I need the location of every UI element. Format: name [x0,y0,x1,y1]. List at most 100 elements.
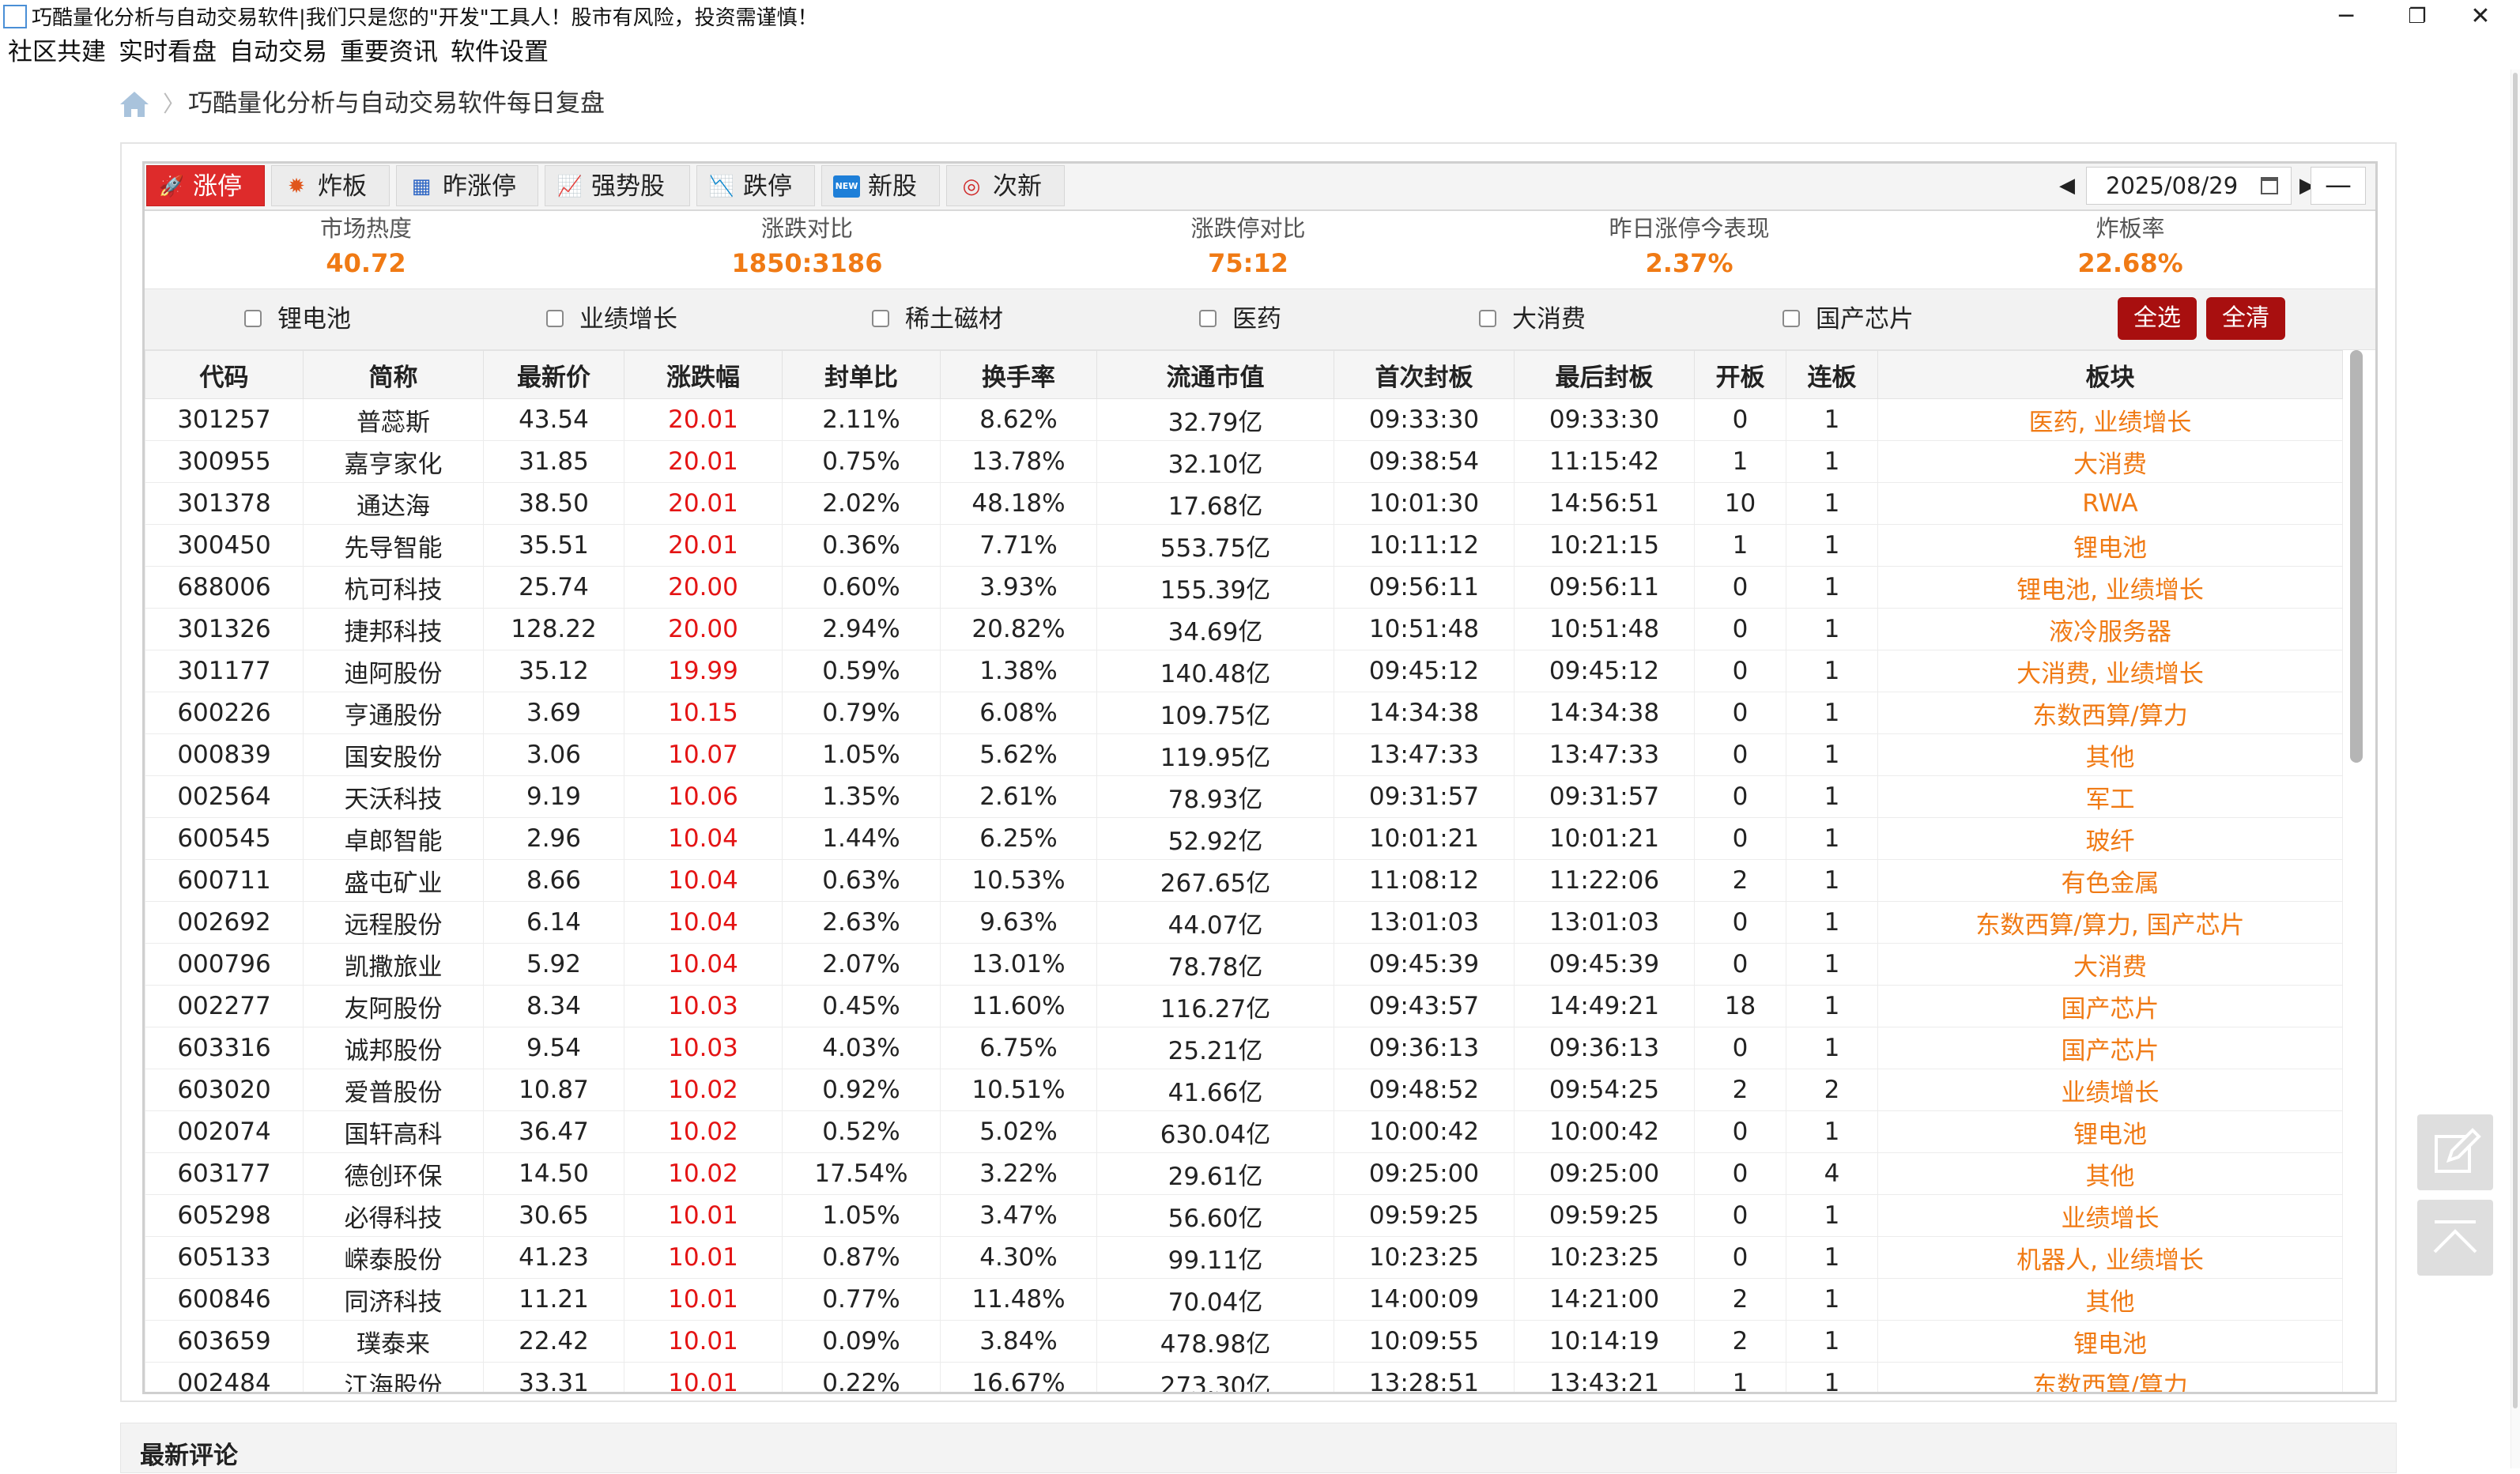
table-row[interactable]: 301177 迪阿股份 35.12 19.99 0.59% 1.38% 140.48亿 09:… [145,650,2343,692]
column-header[interactable]: 简称 [303,350,484,399]
checkbox[interactable] [1199,310,1217,327]
cell-sector[interactable]: 液冷服务器 [1877,608,2343,650]
cell-sector[interactable]: 大消费 [1877,943,2343,986]
cell-sector[interactable]: 其他 [1877,733,2343,776]
cell-sector[interactable]: 其他 [1877,1152,2343,1195]
column-header[interactable]: 首次封板 [1334,350,1515,399]
cell-sector[interactable]: 业绩增长 [1877,1194,2343,1237]
table-row[interactable]: 002692 远程股份 6.14 10.04 2.63% 9.63% 44.07亿 13:01… [145,901,2343,944]
cell-change: 10.15 [624,692,783,734]
tab-new-stocks[interactable]: NEW 新股 [821,165,940,206]
menu-realtime[interactable]: 实时看盘 [119,35,217,70]
cell-open-count: 0 [1694,1152,1786,1195]
table-row[interactable]: 600846 同济科技 11.21 10.01 0.77% 11.48% 70.04亿 14:… [145,1278,2343,1321]
collapse-button[interactable]: — [2311,167,2366,205]
cell-last-seal: 14:21:00 [1514,1278,1695,1321]
cell-sector[interactable]: 有色金属 [1877,859,2343,902]
table-row[interactable]: 605133 嵘泰股份 41.23 10.01 0.87% 4.30% 99.11亿 10:2… [145,1236,2343,1279]
cell-sector[interactable]: 机器人, 业绩增长 [1877,1236,2343,1279]
column-header[interactable]: 封单比 [782,350,941,399]
column-header[interactable]: 代码 [145,350,304,399]
table-row[interactable]: 300450 先导智能 35.51 20.01 0.36% 7.71% 553.75亿 10:… [145,524,2343,567]
minimize-button[interactable]: ─ [2307,0,2386,35]
tab-strong-stocks[interactable]: 📈 强势股 [545,165,690,206]
table-row[interactable]: 002277 友阿股份 8.34 10.03 0.45% 11.60% 116.27亿 09:… [145,985,2343,1027]
table-row[interactable]: 002074 国轩高科 36.47 10.02 0.52% 5.02% 630.04亿 10:… [145,1110,2343,1153]
tab-yesterday-limit[interactable]: ▦ 昨涨停 [396,165,538,206]
cell-sector[interactable]: 大消费, 业绩增长 [1877,650,2343,692]
calendar-picker-icon[interactable] [2261,177,2278,194]
date-picker[interactable]: 2025/08/29 [2086,167,2292,205]
cell-name: 嘉亨家化 [303,440,484,483]
table-row[interactable]: 600545 卓郎智能 2.96 10.04 1.44% 6.25% 52.92亿 10:01… [145,817,2343,860]
cell-first-seal: 09:59:25 [1334,1194,1515,1237]
table-row[interactable]: 600226 亨通股份 3.69 10.15 0.79% 6.08% 109.75亿 14:3… [145,692,2343,734]
page-scrollbar-thumb[interactable] [2513,73,2518,1408]
checkbox[interactable] [546,310,564,327]
select-all-button[interactable]: 全选 [2118,297,2197,340]
cell-sector[interactable]: 玻纤 [1877,817,2343,860]
menu-community[interactable]: 社区共建 [8,35,106,70]
column-header[interactable]: 最后封板 [1514,350,1695,399]
table-scrollbar[interactable] [2350,350,2363,763]
table-row[interactable]: 605298 必得科技 30.65 10.01 1.05% 3.47% 56.60亿 09:5… [145,1194,2343,1237]
cell-sector[interactable]: 锂电池 [1877,1320,2343,1363]
tab-broken-board[interactable]: ✹ 炸板 [271,165,390,206]
tab-limit-down[interactable]: 📉 跌停 [696,165,815,206]
cell-sector[interactable]: 业绩增长 [1877,1069,2343,1111]
column-header[interactable]: 流通市值 [1096,350,1334,399]
cell-turnover: 48.18% [940,482,1097,525]
checkbox[interactable] [1479,310,1496,327]
column-header[interactable]: 涨跌幅 [624,350,783,399]
edit-button[interactable] [2417,1114,2493,1190]
table-row[interactable]: 000839 国安股份 3.06 10.07 1.05% 5.62% 119.95亿 13:4… [145,733,2343,776]
column-header[interactable]: 连板 [1786,350,1878,399]
home-icon[interactable] [119,90,150,119]
cell-sector[interactable]: 东数西算/算力 [1877,1362,2343,1392]
table-row[interactable]: 603020 爱普股份 10.87 10.02 0.92% 10.51% 41.66亿 09:… [145,1069,2343,1111]
checkbox[interactable] [1782,310,1800,327]
column-header[interactable]: 板块 [1877,350,2343,399]
cell-sector[interactable]: 锂电池 [1877,1110,2343,1153]
menu-auto-trade[interactable]: 自动交易 [229,35,327,70]
cell-sector[interactable]: 国产芯片 [1877,985,2343,1027]
cell-sector[interactable]: 其他 [1877,1278,2343,1321]
table-row[interactable]: 000796 凯撒旅业 5.92 10.04 2.07% 13.01% 78.78亿 09:4… [145,943,2343,986]
cell-sector[interactable]: 锂电池, 业绩增长 [1877,566,2343,609]
column-header[interactable]: 最新价 [483,350,624,399]
page-scrollbar[interactable] [2511,70,2520,1468]
table-row[interactable]: 300955 嘉亨家化 31.85 20.01 0.75% 13.78% 32.10亿 09:… [145,440,2343,483]
cell-sector[interactable]: 东数西算/算力, 国产芯片 [1877,901,2343,944]
close-button[interactable]: ✕ [2441,0,2520,35]
cell-sector[interactable]: 医药, 业绩增长 [1877,398,2343,441]
cell-sector[interactable]: 国产芯片 [1877,1027,2343,1069]
clear-all-button[interactable]: 全清 [2206,297,2285,340]
column-header[interactable]: 换手率 [940,350,1097,399]
menu-news[interactable]: 重要资讯 [340,35,438,70]
tab-sub-new[interactable]: ◎ 次新 [946,165,1065,206]
table-row[interactable]: 603659 璞泰来 22.42 10.01 0.09% 3.84% 478.98亿 10:0… [145,1320,2343,1363]
table-row[interactable]: 301257 普蕊斯 43.54 20.01 2.11% 8.62% 32.79亿 09:33… [145,398,2343,441]
checkbox[interactable] [872,310,889,327]
cell-first-seal: 09:36:13 [1334,1027,1515,1069]
back-to-top-button[interactable] [2417,1200,2493,1276]
tab-limit-up[interactable]: 🚀 涨停 [146,165,265,206]
cell-last-seal: 14:49:21 [1514,985,1695,1027]
table-row[interactable]: 603316 诚邦股份 9.54 10.03 4.03% 6.75% 25.21亿 09:36… [145,1027,2343,1069]
table-row[interactable]: 301326 捷邦科技 128.22 20.00 2.94% 20.82% 34.69亿 10… [145,608,2343,650]
checkbox[interactable] [244,310,262,327]
table-row[interactable]: 688006 杭可科技 25.74 20.00 0.60% 3.93% 155.39亿 09:… [145,566,2343,609]
prev-date-button[interactable]: ◀ [2051,167,2083,205]
cell-sector[interactable]: RWA [1877,482,2343,525]
table-row[interactable]: 603177 德创环保 14.50 10.02 17.54% 3.22% 29.61亿 09:… [145,1152,2343,1195]
cell-sector[interactable]: 大消费 [1877,440,2343,483]
cell-sector[interactable]: 东数西算/算力 [1877,692,2343,734]
table-row[interactable]: 301378 通达海 38.50 20.01 2.02% 48.18% 17.68亿 10:0… [145,482,2343,525]
table-row[interactable]: 002564 天沃科技 9.19 10.06 1.35% 2.61% 78.93亿 09:31… [145,775,2343,818]
cell-sector[interactable]: 军工 [1877,775,2343,818]
table-row[interactable]: 002484 江海股份 33.31 10.01 0.22% 16.67% 273.30亿 13… [145,1362,2343,1392]
table-row[interactable]: 600711 盛屯矿业 8.66 10.04 0.63% 10.53% 267.65亿 11:… [145,859,2343,902]
menu-settings[interactable]: 软件设置 [451,35,549,70]
column-header[interactable]: 开板 [1694,350,1786,399]
cell-sector[interactable]: 锂电池 [1877,524,2343,567]
